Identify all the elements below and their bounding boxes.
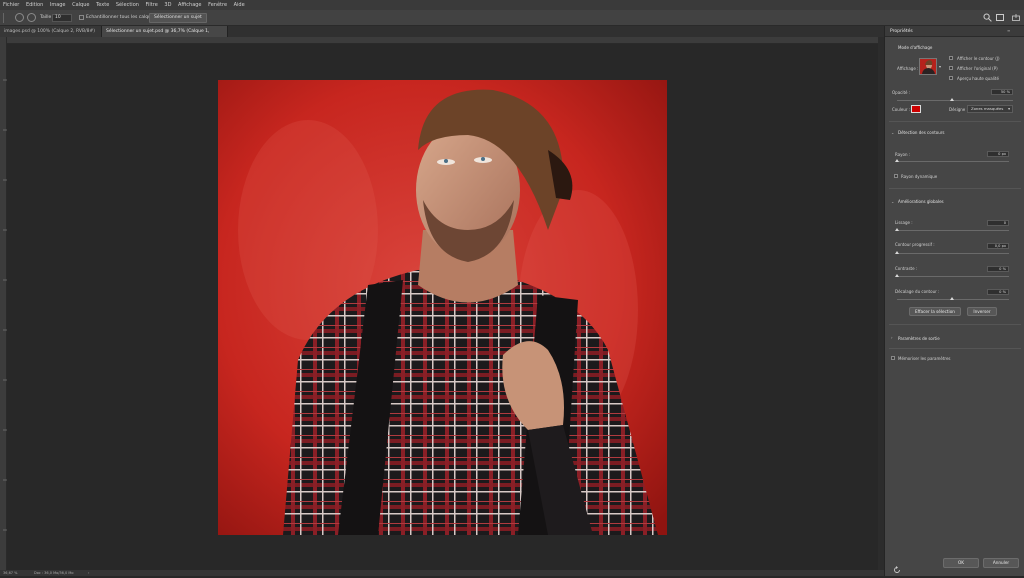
invert-button[interactable]: Inverser: [967, 307, 997, 316]
display-label: Affichage :: [897, 66, 919, 71]
global-refinements-heading[interactable]: Améliorations globales: [898, 199, 944, 204]
opacity-slider-knob[interactable]: [950, 98, 954, 101]
vertical-ruler[interactable]: [0, 37, 7, 570]
menu-texte[interactable]: Texte: [96, 0, 109, 10]
show-original-checkbox[interactable]: [949, 66, 953, 70]
overlay-color-swatch[interactable]: [911, 105, 921, 113]
sample-all-label: Echantillonner tous les calques: [86, 15, 157, 20]
menu-filtre[interactable]: Filtre: [146, 0, 158, 10]
reset-icon[interactable]: [893, 559, 901, 573]
opacity-label: Opacité :: [892, 90, 911, 95]
shift-edge-input[interactable]: 0 %: [987, 289, 1009, 295]
ok-button[interactable]: OK: [943, 558, 979, 568]
document-image[interactable]: [218, 80, 667, 535]
status-bar: 36,67 % Doc : 36,0 Mo/36,0 Mo ›: [0, 570, 884, 576]
menu-fenetre[interactable]: Fenêtre: [208, 0, 227, 10]
chevron-down-icon[interactable]: ⌄: [891, 199, 894, 204]
panel-menu-icon[interactable]: ≡: [1007, 28, 1010, 33]
chevron-right-icon[interactable]: ›: [891, 335, 893, 340]
menu-edition[interactable]: Edition: [26, 0, 43, 10]
workspace-icon[interactable]: [996, 14, 1004, 21]
smooth-slider-track[interactable]: [897, 230, 1009, 231]
menu-aide[interactable]: Aide: [234, 0, 245, 10]
size-input[interactable]: 10: [52, 14, 72, 22]
contrast-slider-knob[interactable]: [895, 274, 899, 277]
hq-preview-label: Aperçu haute qualité: [957, 76, 999, 81]
clear-selection-button[interactable]: Effacer la sélection: [909, 307, 961, 316]
radius-label: Rayon :: [895, 152, 911, 157]
chevron-down-icon[interactable]: ⌄: [891, 130, 894, 135]
opacity-slider-track[interactable]: [897, 100, 1013, 101]
window-controls: –□×: [954, 0, 1024, 17]
view-mode-thumbnail[interactable]: [919, 58, 937, 75]
zoom-level[interactable]: 36,67 %: [3, 570, 17, 576]
color-label: Couleur :: [892, 107, 911, 112]
status-arrow-icon[interactable]: ›: [88, 570, 89, 576]
brush-subtract-icon[interactable]: [27, 13, 36, 22]
doc-size: Doc : 36,0 Mo/36,0 Mo: [34, 571, 74, 575]
chevron-down-icon[interactable]: ▾: [939, 64, 941, 69]
grip-icon: [3, 13, 4, 23]
smooth-label: Lissage :: [895, 220, 913, 225]
smooth-input[interactable]: 0: [987, 220, 1009, 226]
options-bar: Taille : 10 Echantillonner tous les calq…: [0, 10, 1024, 26]
radius-slider-knob[interactable]: [895, 159, 899, 162]
smart-radius-checkbox[interactable]: [894, 174, 898, 178]
cancel-button[interactable]: Annuler: [983, 558, 1019, 568]
smooth-slider-knob[interactable]: [895, 228, 899, 231]
properties-panel: Propriétés ≡ Mode d'affichage Affichage …: [884, 26, 1024, 576]
brush-add-icon[interactable]: [15, 13, 24, 22]
menu-affichage[interactable]: Affichage: [178, 0, 202, 10]
indicates-select[interactable]: Zones masquées ▾: [967, 105, 1013, 113]
menu-calque[interactable]: Calque: [72, 0, 89, 10]
show-original-label: Afficher l'original (P): [957, 66, 998, 71]
select-subject-button[interactable]: Sélectionner un sujet: [149, 13, 207, 23]
view-mode-heading: Mode d'affichage: [898, 45, 933, 50]
sample-all-checkbox[interactable]: [79, 15, 84, 20]
document-tabs: images.psd @ 100% (Calque 2, RVB/8#) *× …: [0, 26, 884, 45]
radius-slider-track[interactable]: [897, 161, 1009, 162]
contrast-slider-track[interactable]: [897, 276, 1009, 277]
chevron-down-icon: ▾: [1008, 106, 1010, 111]
feather-slider-track[interactable]: [897, 253, 1009, 254]
menu-image[interactable]: Image: [50, 0, 66, 10]
radius-input[interactable]: 0 px: [987, 151, 1009, 157]
indicates-label: Désigne :: [949, 107, 968, 112]
menu-selection[interactable]: Sélection: [116, 0, 139, 10]
hq-preview-checkbox[interactable]: [949, 76, 953, 80]
feather-input[interactable]: 0,0 px: [987, 243, 1009, 249]
contrast-input[interactable]: 0 %: [987, 266, 1009, 272]
menu-fichier[interactable]: Fichier: [3, 0, 19, 10]
tab-select-subject[interactable]: Sélectionner un sujet.psd @ 36,7% (Calqu…: [102, 26, 228, 45]
panel-title: Propriétés: [890, 29, 913, 34]
horizontal-ruler[interactable]: [7, 37, 878, 52]
show-edge-label: Afficher le contour (J): [957, 56, 1000, 61]
menu-3d[interactable]: 3D: [164, 0, 171, 10]
opacity-input[interactable]: 50 %: [991, 89, 1013, 95]
contrast-label: Contraste :: [895, 266, 918, 271]
edge-detection-heading[interactable]: Détection des contours: [898, 130, 945, 135]
output-settings-heading[interactable]: Paramètres de sortie: [898, 336, 940, 341]
smart-radius-label: Rayon dynamique: [901, 174, 938, 179]
shift-edge-label: Décalage du contour :: [895, 289, 940, 294]
remember-settings-checkbox[interactable]: [891, 356, 895, 360]
indicates-value: Zones masquées: [971, 106, 1004, 111]
search-icon[interactable]: [983, 13, 992, 22]
menu-bar: Fichier Edition Image Calque Texte Sélec…: [0, 0, 1024, 10]
feather-slider-knob[interactable]: [895, 251, 899, 254]
feather-label: Contour progressif :: [895, 242, 935, 247]
tab-images[interactable]: images.psd @ 100% (Calque 2, RVB/8#) *×: [0, 26, 102, 45]
share-icon[interactable]: [1012, 14, 1020, 21]
show-edge-checkbox[interactable]: [949, 56, 953, 60]
shift-edge-slider-knob[interactable]: [950, 297, 954, 300]
remember-settings-label: Mémoriser les paramètres: [898, 356, 951, 361]
